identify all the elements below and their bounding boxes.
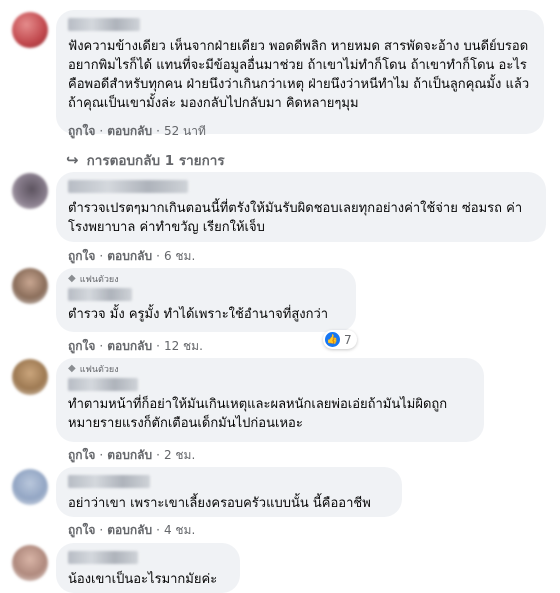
view-replies-link[interactable]: ↪ การตอบกลับ 1 รายการ	[66, 149, 225, 171]
commenter-name[interactable]	[68, 288, 132, 301]
comment-actions: ถูกใจ · ตอบกลับ · 12 ชม.	[68, 339, 203, 354]
reply-button[interactable]: ตอบกลับ	[107, 523, 152, 538]
like-button[interactable]: ถูกใจ	[68, 448, 95, 463]
like-button[interactable]: ถูกใจ	[68, 523, 95, 538]
reply-button[interactable]: ตอบกลับ	[107, 339, 152, 354]
comment-actions: ถูกใจ · ตอบกลับ · 2 ชม.	[68, 448, 195, 463]
avatar[interactable]	[12, 268, 48, 304]
comment-bubble: ◆ แฟนตัวยง ตำรวจ มั้ง ครูมั้ง ทำได้เพราะ…	[56, 268, 356, 332]
separator-dot: ·	[99, 339, 104, 353]
reply-button[interactable]: ตอบกลับ	[107, 249, 152, 264]
badge-label: แฟนตัวยง	[79, 365, 119, 375]
diamond-icon: ◆	[68, 363, 76, 374]
reaction-summary[interactable]: 👍 7	[323, 330, 357, 349]
reply-button[interactable]: ตอบกลับ	[107, 448, 152, 463]
comment-actions: ถูกใจ · ตอบกลับ · 52 นาที	[68, 124, 206, 139]
comment-timestamp[interactable]: 4 ชม.	[164, 523, 195, 538]
separator-dot: ·	[99, 124, 104, 138]
reply-button[interactable]: ตอบกลับ	[107, 124, 152, 139]
comment-text: อย่าว่าเขา เพราะเขาเลี้ยงครอบครัวแบบนั้น…	[68, 496, 371, 511]
avatar[interactable]	[12, 359, 48, 395]
comment-text: ฟังความข้างเดียว เห็นจากฝ่ายเดียว พอดดีพ…	[68, 39, 530, 111]
separator-dot: ·	[156, 448, 160, 462]
comment-timestamp[interactable]: 12 ชม.	[164, 339, 203, 354]
like-icon: 👍	[325, 332, 340, 347]
separator-dot: ·	[99, 249, 104, 263]
separator-dot: ·	[156, 523, 160, 537]
view-replies-label: การตอบกลับ 1 รายการ	[86, 153, 225, 169]
comment-bubble: ตำรวจเปรตๆมากเกินตอนนี้ที่ตรังให้มันรับผ…	[56, 172, 546, 242]
separator-dot: ·	[99, 523, 104, 537]
commenter-name[interactable]	[68, 551, 138, 564]
separator-dot: ·	[99, 448, 104, 462]
separator-dot: ·	[156, 339, 160, 353]
top-fan-badge: ◆ แฟนตัวยง	[68, 363, 472, 376]
comment-timestamp[interactable]: 2 ชม.	[164, 448, 195, 463]
comment-text: น้องเขาเป็นอะไรมากมัยค่ะ	[68, 572, 218, 587]
commenter-name[interactable]	[68, 378, 138, 391]
reaction-count: 7	[344, 332, 352, 347]
separator-dot: ·	[156, 124, 160, 138]
commenter-name[interactable]	[68, 475, 150, 488]
avatar[interactable]	[12, 12, 48, 48]
commenter-name[interactable]	[68, 180, 188, 193]
comment-timestamp[interactable]: 6 ชม.	[164, 249, 195, 264]
comment-actions: ถูกใจ · ตอบกลับ · 6 ชม.	[68, 249, 195, 264]
avatar[interactable]	[12, 469, 48, 505]
comment-timestamp[interactable]: 52 นาที	[164, 124, 206, 139]
separator-dot: ·	[156, 249, 160, 263]
comment-text: ตำรวจ มั้ง ครูมั้ง ทำได้เพราะใช้อำนาจที่…	[68, 307, 329, 322]
badge-label: แฟนตัวยง	[79, 275, 119, 285]
avatar[interactable]	[12, 545, 48, 581]
avatar[interactable]	[12, 173, 48, 209]
comment-bubble: ฟังความข้างเดียว เห็นจากฝ่ายเดียว พอดดีพ…	[56, 10, 544, 134]
top-fan-badge: ◆ แฟนตัวยง	[68, 273, 344, 286]
comment-text: ทำตามหน้าที่ก็อย่าให้มันเกินเหตุและผลหนั…	[68, 397, 448, 431]
like-button[interactable]: ถูกใจ	[68, 124, 95, 139]
comment-actions: ถูกใจ · ตอบกลับ · 4 ชม.	[68, 523, 195, 538]
comment-bubble: อย่าว่าเขา เพราะเขาเลี้ยงครอบครัวแบบนั้น…	[56, 467, 402, 517]
comment-text: ตำรวจเปรตๆมากเกินตอนนี้ที่ตรังให้มันรับผ…	[68, 201, 523, 235]
diamond-icon: ◆	[68, 273, 76, 284]
commenter-name[interactable]	[68, 18, 140, 31]
reply-arrow-icon: ↪	[66, 151, 79, 169]
like-button[interactable]: ถูกใจ	[68, 339, 95, 354]
comment-bubble: ◆ แฟนตัวยง ทำตามหน้าที่ก็อย่าให้มันเกินเ…	[56, 358, 484, 442]
like-button[interactable]: ถูกใจ	[68, 249, 95, 264]
